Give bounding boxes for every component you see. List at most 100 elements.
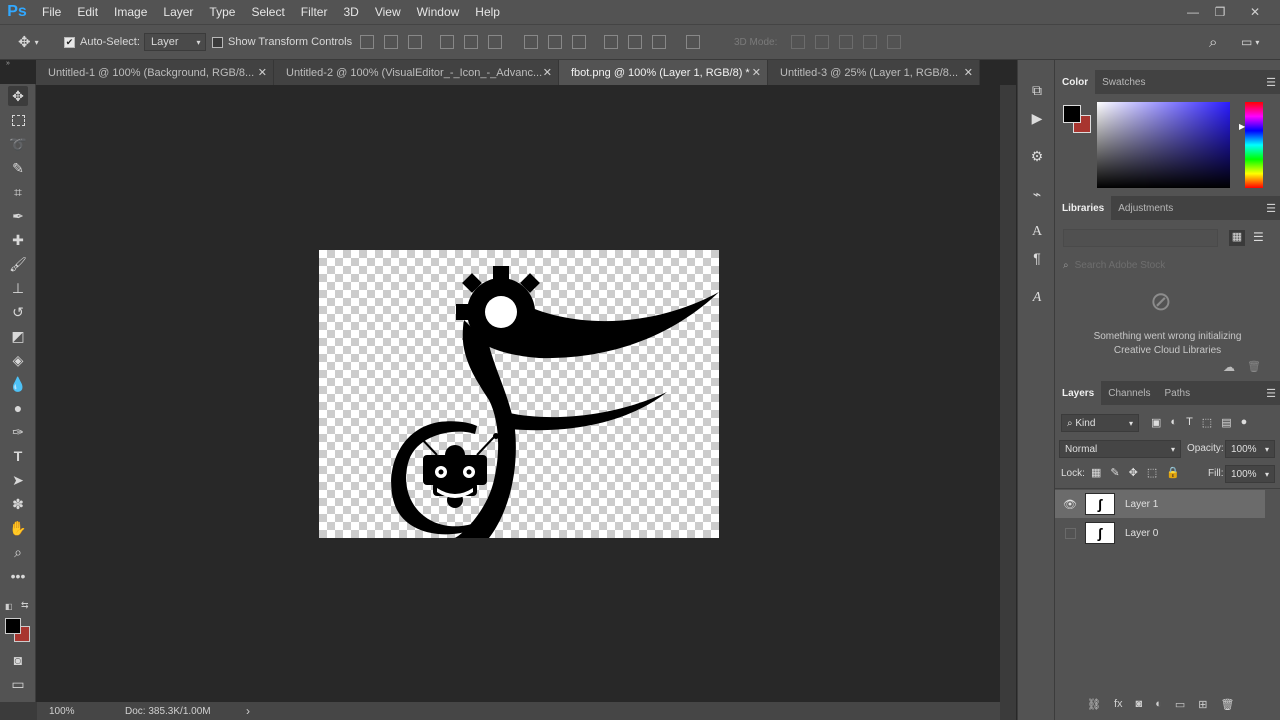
smart-object-filter-icon[interactable]: ▤ [1221,416,1231,429]
pixel-filter-icon[interactable]: ▣ [1151,416,1161,429]
auto-select-target-dropdown[interactable]: Layer ▾ [144,25,206,59]
shape-filter-icon[interactable]: ⬚ [1202,416,1212,429]
filter-toggle-icon[interactable]: ● [1241,416,1248,429]
layer-row-layer-1[interactable]: 👁 ʃ Layer 1 [1055,490,1265,518]
default-colors-icon[interactable]: ◧ [5,602,13,611]
tab-swatches[interactable]: Swatches [1095,70,1152,94]
blend-mode-dropdown[interactable]: Normal ▾ [1059,440,1181,458]
panel-menu-icon[interactable]: ☰ [1266,387,1276,400]
close-icon[interactable]: ✕ [258,66,267,79]
distribute-hcenter-icon[interactable] [628,35,642,49]
paragraph-panel-icon[interactable]: ¶ [1027,248,1047,268]
tab-channels[interactable]: Channels [1101,381,1157,405]
auto-select-checkbox[interactable]: ✔ Auto-Select: [64,25,140,59]
status-menu-arrow[interactable]: › [246,704,250,718]
menu-filter[interactable]: Filter [293,5,336,19]
menu-view[interactable]: View [367,5,409,19]
align-bottom-icon[interactable] [408,35,422,49]
lock-transparency-icon[interactable]: ▦ [1091,466,1101,479]
tab-paths[interactable]: Paths [1158,381,1198,405]
menu-edit[interactable]: Edit [69,5,106,19]
distribute-bottom-icon[interactable] [572,35,586,49]
paint-bucket-tool-icon[interactable]: ◈ [8,350,28,370]
more-tools-icon[interactable]: ••• [8,566,28,586]
list-view-icon[interactable]: ☰ [1253,230,1264,244]
path-selection-tool-icon[interactable]: ➤ [8,470,28,490]
show-transform-checkbox[interactable]: Show Transform Controls [212,25,352,59]
restore-button[interactable]: ❐ [1203,0,1237,24]
cc-sync-icon[interactable]: ☁ [1223,360,1235,374]
color-field[interactable] [1097,102,1230,188]
distribute-right-icon[interactable] [652,35,666,49]
swap-colors-icon[interactable]: ⇆ [21,600,29,611]
character-panel-icon[interactable]: A [1027,222,1047,242]
scale-3d-icon[interactable] [887,35,901,49]
align-vcenter-icon[interactable] [384,35,398,49]
menu-select[interactable]: Select [243,5,292,19]
pen-tool-icon[interactable]: ✑ [8,422,28,442]
tab-libraries[interactable]: Libraries [1055,196,1112,220]
lock-all-icon[interactable]: 🔒 [1166,466,1180,479]
menu-image[interactable]: Image [106,5,155,19]
actions-panel-icon[interactable]: ▶ [1027,108,1047,128]
menu-3d[interactable]: 3D [335,5,366,19]
move-tool-preset-icon[interactable]: ✥ ▾ [18,25,39,59]
align-right-icon[interactable] [488,35,502,49]
screen-mode-icon[interactable]: ▭ [8,674,28,694]
hand-tool-icon[interactable]: ✋ [8,518,28,538]
visibility-toggle-box[interactable] [1065,527,1076,539]
link-layers-icon[interactable]: ⛓ [1087,698,1101,711]
eraser-tool-icon[interactable]: ◩ [8,326,28,346]
lock-position-icon[interactable]: ✥ [1129,466,1138,479]
menu-layer[interactable]: Layer [155,5,201,19]
align-left-icon[interactable] [440,35,454,49]
lock-pixels-icon[interactable]: ✎ [1110,466,1119,479]
move-tool-icon[interactable]: ✥ [8,86,28,106]
tab-layers[interactable]: Layers [1055,381,1102,405]
lasso-tool-icon[interactable]: ➰ [8,134,28,154]
vertical-scrollbar[interactable] [1000,85,1016,702]
kind-filter-dropdown[interactable]: ⌕ Kind ▾ [1061,414,1139,432]
stock-search[interactable]: ⌕ Search Adobe Stock [1063,256,1273,274]
healing-brush-tool-icon[interactable]: ✚ [8,230,28,250]
blur-tool-icon[interactable]: 💧 [8,374,28,394]
document-canvas[interactable] [319,250,719,538]
search-icon[interactable]: ⌕ [1209,25,1217,59]
history-brush-tool-icon[interactable]: ↺ [8,302,28,322]
auto-align-icon[interactable] [686,35,700,49]
panel-menu-icon[interactable]: ☰ [1266,76,1276,89]
close-window-button[interactable]: ✕ [1238,0,1272,24]
tab-adjustments[interactable]: Adjustments [1111,196,1180,220]
quick-mask-icon[interactable]: ◙ [8,650,28,670]
menu-help[interactable]: Help [467,5,508,19]
collapse-toolbar-icon[interactable]: » [6,60,10,68]
pan-3d-icon[interactable] [839,35,853,49]
history-panel-icon[interactable]: ⧉ [1027,80,1047,100]
lock-artboard-icon[interactable]: ⬚ [1147,466,1157,479]
brushes-panel-icon[interactable]: ⌁ [1027,184,1047,204]
tab-color[interactable]: Color [1055,70,1096,94]
tab-fbot[interactable]: fbot.png @ 100% (Layer 1, RGB/8) * ✕ [559,60,768,85]
orbit-3d-icon[interactable] [791,35,805,49]
glyphs-panel-icon[interactable]: A [1027,288,1047,308]
distribute-top-icon[interactable] [524,35,538,49]
grid-view-icon[interactable]: ▦ [1229,230,1245,246]
tab-untitled-1[interactable]: Untitled-1 @ 100% (Background, RGB/8... … [36,60,274,85]
fill-input[interactable]: 100% ▾ [1225,465,1275,483]
roll-3d-icon[interactable] [815,35,829,49]
clone-stamp-tool-icon[interactable]: ⊥ [8,278,28,298]
type-tool-icon[interactable]: T [8,446,28,466]
marquee-tool-icon[interactable] [8,110,28,130]
menu-file[interactable]: File [34,5,69,19]
foreground-color-swatch[interactable] [5,618,21,634]
close-icon[interactable]: ✕ [964,66,973,79]
zoom-level[interactable]: 100% [49,706,75,717]
align-hcenter-icon[interactable] [464,35,478,49]
tab-untitled-2[interactable]: Untitled-2 @ 100% (VisualEditor_-_Icon_-… [274,60,559,85]
panel-menu-icon[interactable]: ☰ [1266,202,1276,215]
new-group-icon[interactable]: ▭ [1175,698,1185,711]
distribute-left-icon[interactable] [604,35,618,49]
custom-shape-tool-icon[interactable]: ✽ [8,494,28,514]
brush-tool-icon[interactable]: 🖌 [8,254,28,274]
type-filter-icon[interactable]: T [1186,416,1193,429]
